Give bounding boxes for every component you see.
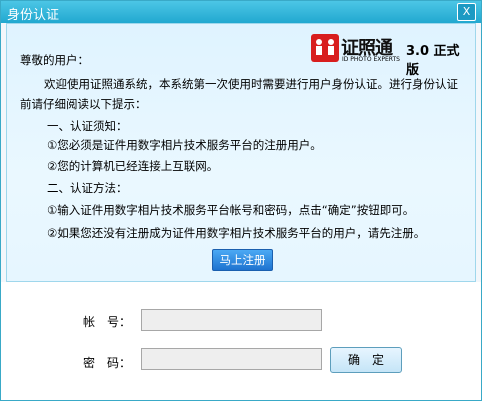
section-notice-title: 一、认证须知： xyxy=(47,119,128,133)
greeting: 尊敬的用户： xyxy=(20,53,89,67)
notice-item-2: ②您的计算机已经连接上互联网。 xyxy=(47,159,219,173)
password-input[interactable] xyxy=(141,348,322,370)
method-item-1: ①输入证件用数字相片技术服务平台帐号和密码，点击“确定”按钮即可。 xyxy=(47,203,415,217)
password-label: 密 码： xyxy=(83,356,132,370)
intro-paragraph: 欢迎使用证照通系统，本系统第一次使用时需要进行用户身份认证。进行身份认证前请仔细… xyxy=(20,77,458,111)
close-icon: X xyxy=(462,5,471,18)
logo-version: 3.0 正式版 xyxy=(406,44,460,78)
notice-item-1: ①您必须是证件用数字相片技术服务平台的注册用户。 xyxy=(47,138,322,152)
close-button[interactable]: X xyxy=(457,3,476,21)
logo-subtitle: ID PHOTO EXPERTS xyxy=(342,56,400,63)
method-item-2: ②如果您还没有注册成为证件用数字相片技术服务平台的用户，请先注册。 xyxy=(47,226,426,240)
register-button[interactable]: 马上注册 xyxy=(212,249,273,271)
title-bar[interactable]: 身份认证 X xyxy=(1,1,481,23)
login-form: 帐 号： 密 码： 确 定 xyxy=(1,282,481,400)
section-method-title: 二、认证方法： xyxy=(47,181,128,195)
window-title: 身份认证 xyxy=(7,8,60,23)
account-label: 帐 号： xyxy=(83,315,132,329)
ok-button[interactable]: 确 定 xyxy=(330,347,402,373)
logo-mark-icon xyxy=(311,34,339,62)
auth-window: 身份认证 X 证照通 ID PHOTO EXPERTS 3.0 正式版 尊敬的用… xyxy=(0,0,482,401)
info-panel: 证照通 ID PHOTO EXPERTS 3.0 正式版 尊敬的用户： 欢迎使用… xyxy=(6,23,476,282)
logo: 证照通 ID PHOTO EXPERTS 3.0 正式版 xyxy=(311,34,469,78)
account-input[interactable] xyxy=(141,309,322,331)
